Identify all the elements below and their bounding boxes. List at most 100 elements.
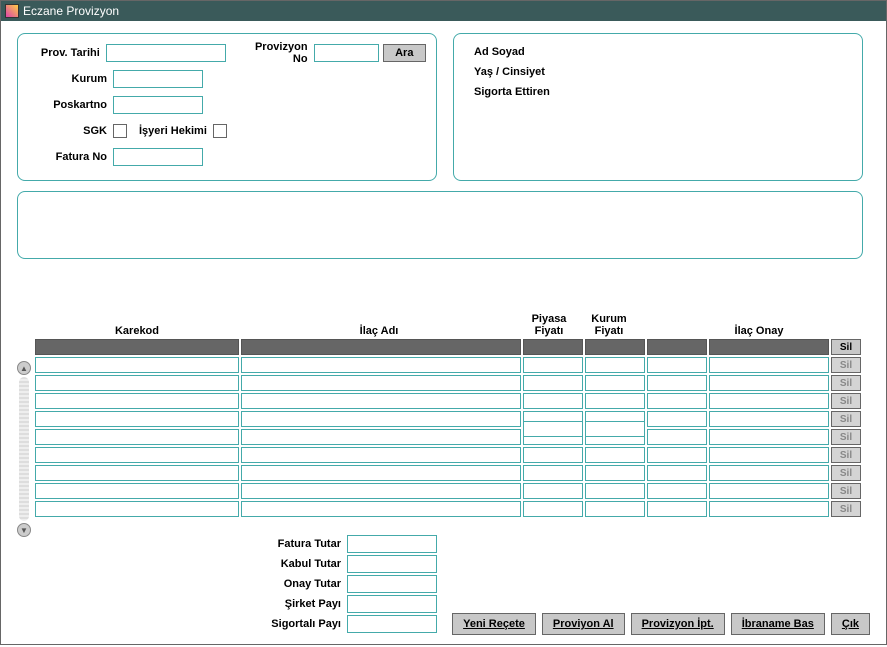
yeni-recete-button[interactable]: Yeni Reçete (452, 613, 536, 635)
grid-cell[interactable] (523, 393, 583, 409)
cik-button[interactable]: Çık (831, 613, 870, 635)
grid-cell[interactable] (709, 483, 829, 499)
sil-button[interactable]: Sil (831, 483, 861, 499)
sil-button[interactable]: Sil (831, 447, 861, 463)
sil-button[interactable]: Sil (831, 393, 861, 409)
sil-button[interactable]: Sil (831, 357, 861, 373)
grid-cell[interactable] (241, 429, 521, 445)
sirket-payi-label: Şirket Payı (227, 598, 347, 610)
sil-button[interactable]: Sil (831, 465, 861, 481)
grid-cell[interactable] (647, 447, 707, 463)
table-row: Sil (35, 465, 861, 481)
grid-cell[interactable] (647, 501, 707, 517)
grid-cell[interactable] (241, 483, 521, 499)
kabul-tutar-input[interactable] (347, 555, 437, 573)
grid-cell[interactable] (241, 411, 521, 427)
sil-button[interactable]: Sil (831, 429, 861, 445)
grid-cell[interactable] (35, 375, 239, 391)
grid-cell[interactable] (709, 411, 829, 427)
ara-button[interactable]: Ara (383, 44, 426, 62)
sil-button[interactable]: Sil (831, 501, 861, 517)
fatura-no-label: Fatura No (28, 151, 113, 163)
prov-tarihi-input[interactable] (106, 44, 226, 62)
table-row: Sil (35, 429, 861, 445)
grid-cell[interactable] (241, 375, 521, 391)
grid-cell[interactable] (241, 465, 521, 481)
grid-cell[interactable] (585, 375, 645, 391)
grid-cell[interactable] (241, 447, 521, 463)
sirket-payi-input[interactable] (347, 595, 437, 613)
onay-tutar-label: Onay Tutar (227, 578, 347, 590)
grid-cell[interactable] (523, 465, 583, 481)
sigortali-payi-input[interactable] (347, 615, 437, 633)
header-piyasa-fiyati: Piyasa Fiyatı (519, 313, 579, 339)
grid-cell[interactable] (647, 465, 707, 481)
grid-cell[interactable] (523, 375, 583, 391)
prov-tarihi-label: Prov. Tarihi (28, 47, 106, 59)
grid-cell[interactable] (709, 447, 829, 463)
app-icon (5, 4, 19, 18)
grid-cell[interactable] (523, 447, 583, 463)
onay-tutar-input[interactable] (347, 575, 437, 593)
grid-cell[interactable] (709, 465, 829, 481)
grid-cell[interactable] (523, 501, 583, 517)
provizyon-no-input[interactable] (314, 44, 379, 62)
scroll-up-icon[interactable]: ▲ (17, 361, 31, 375)
extra-cell (523, 421, 583, 437)
table-row: Sil (35, 393, 861, 409)
grid-cell[interactable] (523, 483, 583, 499)
grid-cell[interactable] (709, 393, 829, 409)
grid-cell[interactable] (585, 501, 645, 517)
grid-cell[interactable] (647, 411, 707, 427)
grid-cell[interactable] (709, 501, 829, 517)
grid-cell[interactable] (709, 357, 829, 373)
grid-cell[interactable] (647, 483, 707, 499)
grid-cell[interactable] (585, 393, 645, 409)
grid-cell (241, 339, 521, 355)
grid-cell[interactable] (35, 501, 239, 517)
grid-cell[interactable] (35, 465, 239, 481)
kurum-label: Kurum (28, 73, 113, 85)
grid-cell[interactable] (523, 357, 583, 373)
sil-button[interactable]: Sil (831, 375, 861, 391)
fatura-no-input[interactable] (113, 148, 203, 166)
grid-cell[interactable] (241, 501, 521, 517)
scrollbar[interactable]: ▲ ▼ (17, 339, 31, 537)
grid-cell[interactable] (647, 429, 707, 445)
grid-cell[interactable] (709, 375, 829, 391)
grid-cell (585, 339, 645, 355)
grid-cell[interactable] (35, 357, 239, 373)
grid-cell[interactable] (585, 465, 645, 481)
provizyon-iptal-button[interactable]: Provizyon İpt. (631, 613, 725, 635)
grid-cell[interactable] (241, 357, 521, 373)
table-row: Sil (35, 375, 861, 391)
grid-cell[interactable] (35, 393, 239, 409)
fatura-tutar-input[interactable] (347, 535, 437, 553)
sil-button[interactable]: Sil (831, 339, 861, 355)
table-row: Sil (35, 339, 861, 355)
grid-cell[interactable] (647, 393, 707, 409)
grid-cell[interactable] (35, 429, 239, 445)
isyeri-hekimi-checkbox[interactable] (213, 124, 227, 138)
grid-cell[interactable] (647, 357, 707, 373)
header-kurum-fiyati: Kurum Fiyatı (579, 313, 639, 339)
grid-cell[interactable] (241, 393, 521, 409)
sgk-checkbox[interactable] (113, 124, 127, 138)
grid-cell[interactable] (585, 483, 645, 499)
grid-cell[interactable] (647, 375, 707, 391)
grid-cell[interactable] (35, 447, 239, 463)
proviyon-al-button[interactable]: Proviyon Al (542, 613, 625, 635)
grid-cell[interactable] (585, 447, 645, 463)
grid-cell[interactable] (35, 483, 239, 499)
table-row: Sil (35, 483, 861, 499)
sil-button[interactable]: Sil (831, 411, 861, 427)
grid-cell[interactable] (585, 357, 645, 373)
header-ilac-adi: İlaç Adı (239, 325, 519, 339)
grid-cell[interactable] (35, 411, 239, 427)
kurum-input[interactable] (113, 70, 203, 88)
ibraname-bas-button[interactable]: İbraname Bas (731, 613, 825, 635)
poskartno-input[interactable] (113, 96, 203, 114)
form-panel: Prov. Tarihi Provizyon No Ara Kurum Posk… (17, 33, 437, 181)
grid-cell[interactable] (709, 429, 829, 445)
ad-soyad-label: Ad Soyad (464, 42, 852, 62)
